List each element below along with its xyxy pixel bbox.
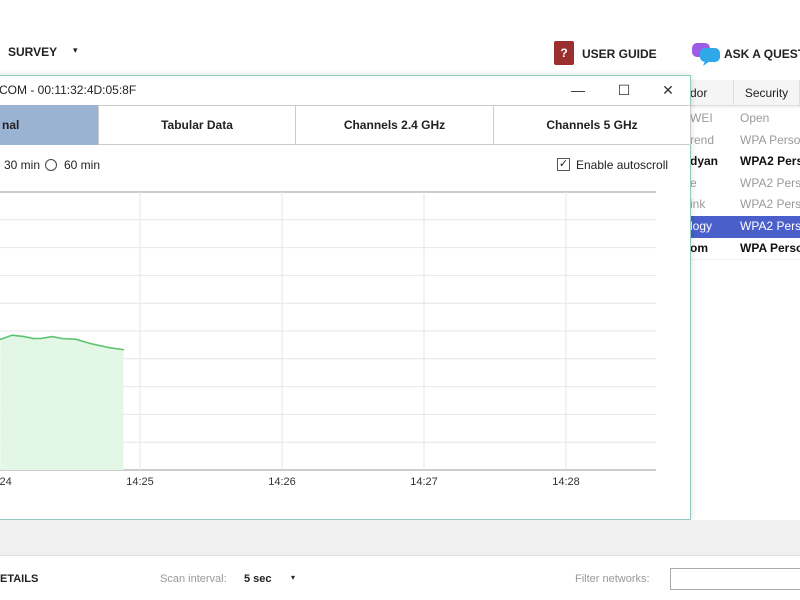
x-tick-label: 14:27 bbox=[410, 476, 438, 486]
network-details-dialog: COM - 00:11:32:4D:05:8F — ☐ ✕ nal Tabula… bbox=[0, 75, 691, 520]
tab-channels-24[interactable]: Channels 2.4 GHz bbox=[295, 105, 494, 145]
security-cell: WPA Perso bbox=[740, 240, 800, 255]
filter-networks-label: Filter networks: bbox=[575, 573, 650, 585]
vendor-cell: ink bbox=[690, 197, 706, 212]
maximize-button[interactable]: ☐ bbox=[602, 76, 646, 104]
table-row[interactable]: rend WPA Perso bbox=[690, 129, 800, 152]
tab-tabular-data[interactable]: Tabular Data bbox=[98, 105, 296, 145]
vendor-cell: rend bbox=[690, 132, 715, 147]
vendor-cell: dyan bbox=[690, 154, 719, 169]
x-tick-label: 14:24 bbox=[0, 476, 12, 486]
security-cell: WPA2 Perso bbox=[740, 154, 800, 169]
column-header-security[interactable]: Security bbox=[734, 80, 800, 106]
table-row[interactable]: logy WPA2 Perso bbox=[690, 216, 800, 238]
data-point bbox=[39, 337, 42, 340]
ask-question-button[interactable]: ASK A QUESTI bbox=[724, 47, 800, 61]
vendor-cell: e bbox=[690, 175, 697, 190]
table-row[interactable]: om WPA Perso bbox=[690, 237, 800, 260]
chevron-down-icon[interactable]: ▾ bbox=[73, 45, 78, 56]
data-point bbox=[23, 335, 25, 338]
signal-area bbox=[0, 335, 124, 470]
table-row[interactable]: ink WPA2 Perso bbox=[690, 194, 800, 216]
user-guide-book-icon[interactable]: ? bbox=[554, 41, 574, 65]
security-cell: WPA Perso bbox=[740, 132, 800, 147]
chevron-down-icon[interactable]: ▾ bbox=[291, 573, 295, 582]
data-point bbox=[61, 337, 63, 340]
security-cell: WPA2 Perso bbox=[740, 219, 800, 233]
table-row[interactable]: dyan WPA2 Perso bbox=[690, 151, 800, 173]
networks-table: dor Security WEI Open rend WPA Perso dyan WPA… bbox=[690, 80, 800, 260]
data-point bbox=[89, 342, 92, 345]
security-cell: WPA2 Perso bbox=[740, 175, 800, 190]
close-button[interactable]: ✕ bbox=[646, 76, 690, 104]
top-toolbar bbox=[0, 0, 800, 75]
data-point bbox=[32, 337, 35, 340]
radio-30-min-label[interactable]: 30 min bbox=[4, 158, 40, 172]
background-panel bbox=[0, 520, 800, 555]
dialog-title: COM - 00:11:32:4D:05:8F bbox=[0, 83, 137, 97]
scan-interval-label: Scan interval: bbox=[160, 573, 227, 585]
vendor-cell: WEI bbox=[690, 111, 713, 125]
table-row[interactable]: e WPA2 Perso bbox=[690, 172, 800, 195]
user-guide-button[interactable]: USER GUIDE bbox=[582, 47, 657, 61]
x-tick-label: 14:28 bbox=[552, 476, 580, 486]
security-cell: WPA2 Perso bbox=[740, 197, 800, 212]
details-toggle[interactable]: ETAILS bbox=[0, 573, 38, 585]
scan-interval-select[interactable]: 5 sec bbox=[244, 573, 272, 585]
data-point bbox=[122, 348, 125, 351]
security-cell: Open bbox=[740, 111, 770, 125]
data-point bbox=[108, 346, 111, 349]
data-point bbox=[75, 338, 77, 341]
vendor-cell: om bbox=[690, 240, 708, 255]
chat-bubbles-icon[interactable] bbox=[691, 42, 721, 66]
column-header-vendor[interactable]: dor bbox=[690, 80, 734, 106]
radio-60-min[interactable] bbox=[45, 159, 57, 171]
filter-networks-input[interactable] bbox=[670, 568, 800, 590]
minimize-button[interactable]: — bbox=[556, 76, 600, 104]
x-tick-label: 14:25 bbox=[126, 476, 154, 486]
autoscroll-checkbox[interactable]: ✓ bbox=[557, 158, 570, 171]
divider bbox=[0, 555, 800, 556]
radio-60-min-label[interactable]: 60 min bbox=[64, 158, 100, 172]
vendor-cell: logy bbox=[690, 219, 713, 233]
data-point bbox=[51, 335, 54, 338]
table-row[interactable]: WEI Open bbox=[690, 108, 800, 130]
x-tick-label: 14:26 bbox=[268, 476, 296, 486]
tab-signal[interactable]: nal bbox=[0, 105, 98, 145]
data-point bbox=[11, 334, 13, 336]
autoscroll-label[interactable]: Enable autoscroll bbox=[576, 158, 668, 172]
tab-channels-5[interactable]: Channels 5 GHz bbox=[493, 105, 691, 145]
survey-menu[interactable]: SURVEY bbox=[8, 45, 57, 59]
signal-chart: 14:24 14:25 14:26 14:27 14:28 bbox=[0, 191, 656, 486]
